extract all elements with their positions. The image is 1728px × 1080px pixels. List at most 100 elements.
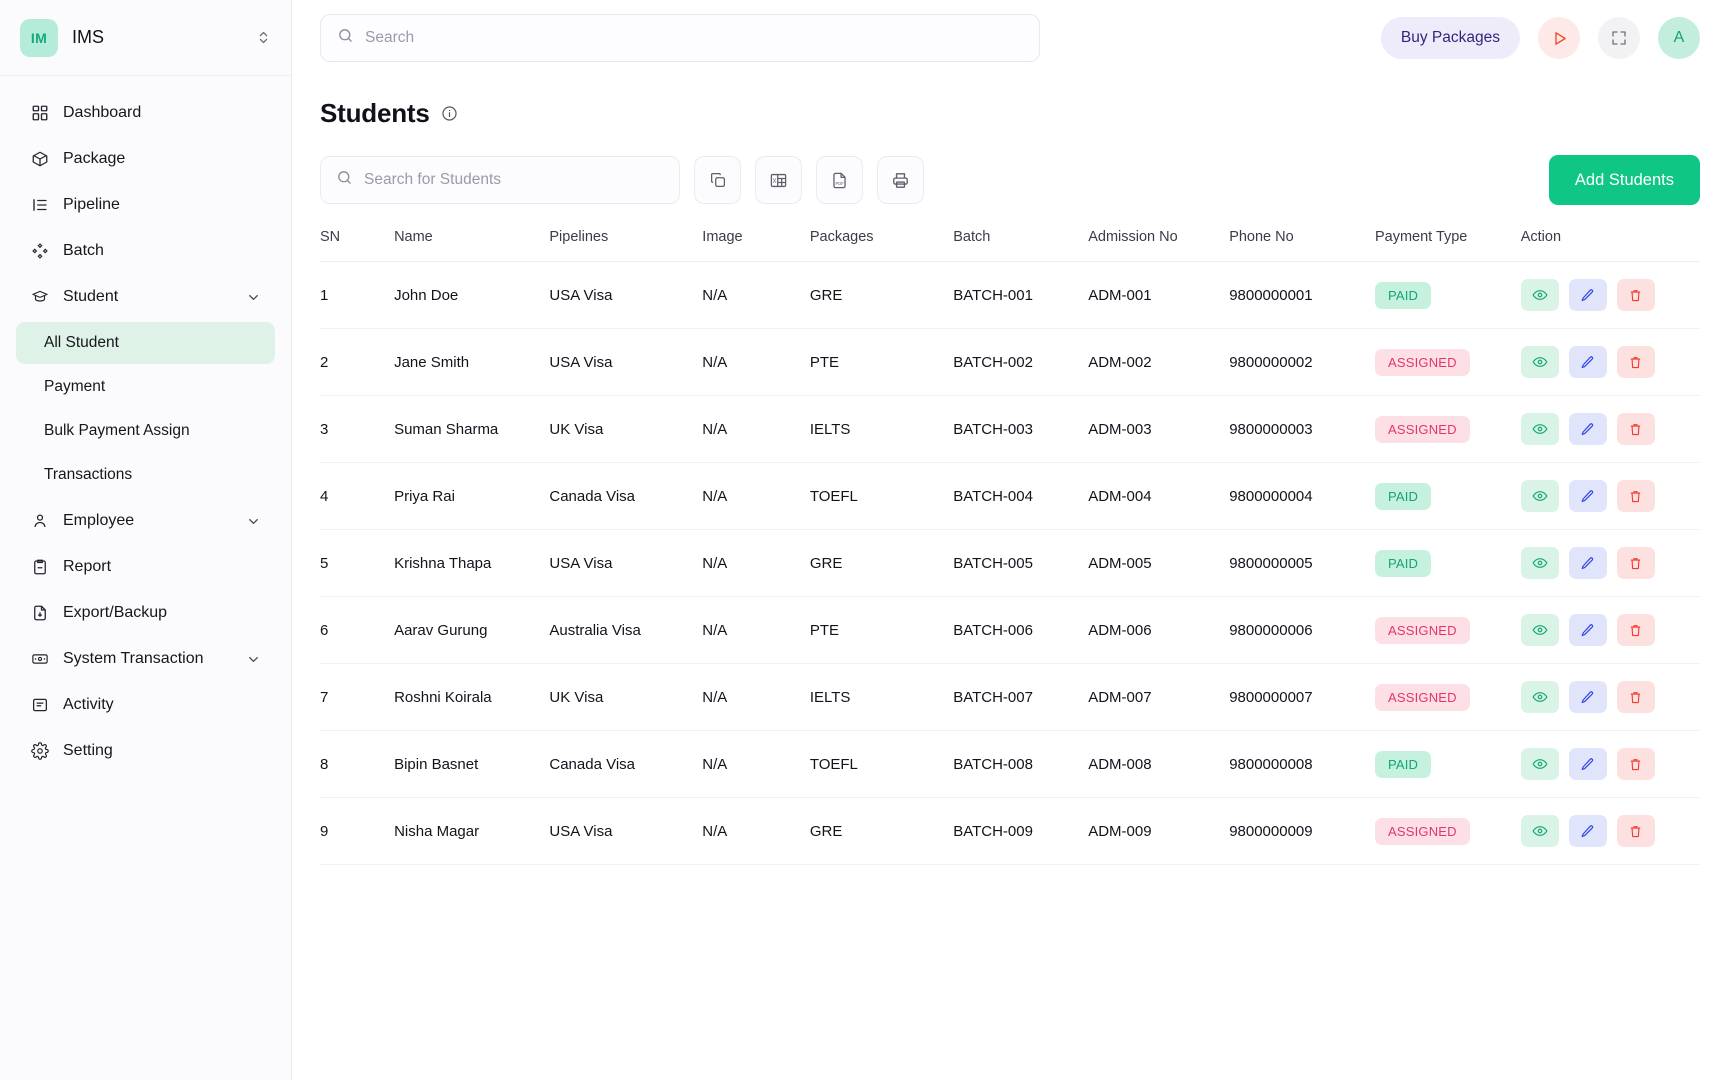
pencil-icon[interactable] bbox=[1568, 413, 1607, 445]
column-header-image: Image bbox=[702, 229, 810, 262]
sidebar-item-student[interactable]: Student bbox=[16, 274, 275, 320]
sidebar-item-report[interactable]: Report bbox=[16, 544, 275, 590]
status-badge: PAID bbox=[1374, 549, 1432, 577]
status-badge: ASSIGNED bbox=[1374, 616, 1470, 644]
chevron-down-icon[interactable] bbox=[246, 652, 261, 667]
status-badge: PAID bbox=[1374, 482, 1432, 510]
global-search[interactable] bbox=[320, 14, 1040, 62]
cell-payment-type: ASSIGNED bbox=[1374, 328, 1521, 396]
cell-pipeline: UK Visa bbox=[549, 395, 703, 463]
students-search-input[interactable] bbox=[364, 171, 664, 189]
sidebar-item-label: Activity bbox=[63, 696, 114, 713]
trash-icon[interactable] bbox=[1616, 614, 1655, 646]
global-search-input[interactable] bbox=[365, 29, 1023, 47]
table-row: 1 John Doe USA Visa N/A GRE BATCH-001 ADM-001 9… bbox=[320, 261, 1700, 329]
sidebar: IM IMS Dashboard Package Pipeline Batch … bbox=[0, 0, 292, 1080]
cell-admission-no: ADM-001 bbox=[1088, 261, 1230, 329]
trash-icon[interactable] bbox=[1616, 279, 1655, 311]
cell-name: John Doe bbox=[394, 261, 550, 329]
eye-icon[interactable] bbox=[1520, 346, 1559, 378]
pdf-file-icon[interactable]: PDF bbox=[816, 156, 863, 204]
cell-admission-no: ADM-008 bbox=[1088, 730, 1230, 798]
eye-icon[interactable] bbox=[1520, 748, 1559, 780]
pencil-icon[interactable] bbox=[1568, 547, 1607, 579]
cell-phone-no: 9800000008 bbox=[1229, 730, 1375, 798]
column-header-packages: Packages bbox=[809, 229, 954, 262]
eye-icon[interactable] bbox=[1520, 614, 1559, 646]
buy-packages-button[interactable]: Buy Packages bbox=[1380, 17, 1520, 59]
pencil-icon[interactable] bbox=[1568, 480, 1607, 512]
eye-icon[interactable] bbox=[1520, 547, 1559, 579]
sidebar-item-batch[interactable]: Batch bbox=[16, 228, 275, 274]
cell-batch: BATCH-002 bbox=[953, 328, 1089, 396]
sidebar-subitem-all-student[interactable]: All Student bbox=[16, 322, 275, 364]
cell-sn: 8 bbox=[320, 730, 395, 798]
chevron-down-icon[interactable] bbox=[246, 290, 261, 305]
cell-package: GRE bbox=[809, 529, 954, 597]
cell-image: N/A bbox=[702, 529, 810, 597]
sidebar-item-dashboard[interactable]: Dashboard bbox=[16, 90, 275, 136]
cell-sn: 4 bbox=[320, 462, 395, 530]
brand-header[interactable]: IM IMS bbox=[0, 0, 291, 76]
pencil-icon[interactable] bbox=[1568, 748, 1607, 780]
fullscreen-expand-icon[interactable] bbox=[1598, 17, 1640, 59]
trash-icon[interactable] bbox=[1616, 681, 1655, 713]
chevron-up-down-icon[interactable] bbox=[256, 30, 271, 45]
sidebar-subitem-payment[interactable]: Payment bbox=[16, 366, 275, 408]
sidebar-item-export-backup[interactable]: Export/Backup bbox=[16, 590, 275, 636]
eye-icon[interactable] bbox=[1520, 480, 1559, 512]
eye-icon[interactable] bbox=[1520, 681, 1559, 713]
excel-file-icon[interactable]: X bbox=[755, 156, 802, 204]
chevron-down-icon[interactable] bbox=[246, 514, 261, 529]
students-table: SN Name Pipelines Image Packages Batch A… bbox=[320, 229, 1700, 865]
cell-action bbox=[1520, 328, 1700, 396]
info-circle-icon[interactable] bbox=[441, 105, 458, 122]
cell-package: PTE bbox=[809, 328, 954, 396]
cell-name: Priya Rai bbox=[394, 462, 550, 530]
page-header: Students bbox=[320, 98, 1700, 129]
row-actions bbox=[1520, 413, 1700, 445]
printer-icon[interactable] bbox=[877, 156, 924, 204]
pencil-icon[interactable] bbox=[1568, 681, 1607, 713]
sidebar-item-pipeline[interactable]: Pipeline bbox=[16, 182, 275, 228]
pencil-icon[interactable] bbox=[1568, 815, 1607, 847]
cell-batch: BATCH-007 bbox=[953, 663, 1089, 731]
cell-phone-no: 9800000007 bbox=[1229, 663, 1375, 731]
brand-logo-badge: IM bbox=[20, 18, 58, 57]
sidebar-subitem-bulk-payment-assign[interactable]: Bulk Payment Assign bbox=[16, 410, 275, 452]
cell-payment-type: ASSIGNED bbox=[1374, 797, 1521, 865]
sidebar-subitem-transactions[interactable]: Transactions bbox=[16, 454, 275, 496]
students-search[interactable] bbox=[320, 156, 680, 204]
sidebar-item-activity[interactable]: Activity bbox=[16, 682, 275, 728]
sidebar-item-label: Dashboard bbox=[63, 104, 142, 121]
copy-icon[interactable] bbox=[694, 156, 741, 204]
sidebar-nav: Dashboard Package Pipeline Batch Student… bbox=[0, 76, 291, 1080]
pencil-icon[interactable] bbox=[1568, 614, 1607, 646]
table-row: 7 Roshni Koirala UK Visa N/A IELTS BATCH-007 A… bbox=[320, 663, 1700, 731]
sidebar-item-system-transaction[interactable]: System Transaction bbox=[16, 636, 275, 682]
pencil-icon[interactable] bbox=[1568, 346, 1607, 378]
eye-icon[interactable] bbox=[1520, 413, 1559, 445]
sidebar-item-setting[interactable]: Setting bbox=[16, 728, 275, 774]
avatar[interactable]: A bbox=[1658, 17, 1700, 59]
cell-package: GRE bbox=[809, 261, 954, 329]
pencil-icon[interactable] bbox=[1568, 279, 1607, 311]
trash-icon[interactable] bbox=[1616, 815, 1655, 847]
eye-icon[interactable] bbox=[1520, 815, 1559, 847]
table-head: SN Name Pipelines Image Packages Batch A… bbox=[320, 229, 1700, 262]
sidebar-item-employee[interactable]: Employee bbox=[16, 498, 275, 544]
sidebar-item-package[interactable]: Package bbox=[16, 136, 275, 182]
cell-phone-no: 9800000009 bbox=[1229, 797, 1375, 865]
trash-icon[interactable] bbox=[1616, 413, 1655, 445]
page-content: Students X PD bbox=[292, 76, 1728, 1080]
trash-icon[interactable] bbox=[1616, 346, 1655, 378]
cell-name: Roshni Koirala bbox=[394, 663, 550, 731]
add-students-button[interactable]: Add Students bbox=[1548, 155, 1700, 205]
trash-icon[interactable] bbox=[1616, 547, 1655, 579]
eye-icon[interactable] bbox=[1520, 279, 1559, 311]
trash-icon[interactable] bbox=[1616, 480, 1655, 512]
table-row: 6 Aarav Gurung Australia Visa N/A PTE BATCH-0… bbox=[320, 596, 1700, 664]
play-icon[interactable] bbox=[1538, 17, 1580, 59]
cell-admission-no: ADM-007 bbox=[1088, 663, 1230, 731]
trash-icon[interactable] bbox=[1616, 748, 1655, 780]
